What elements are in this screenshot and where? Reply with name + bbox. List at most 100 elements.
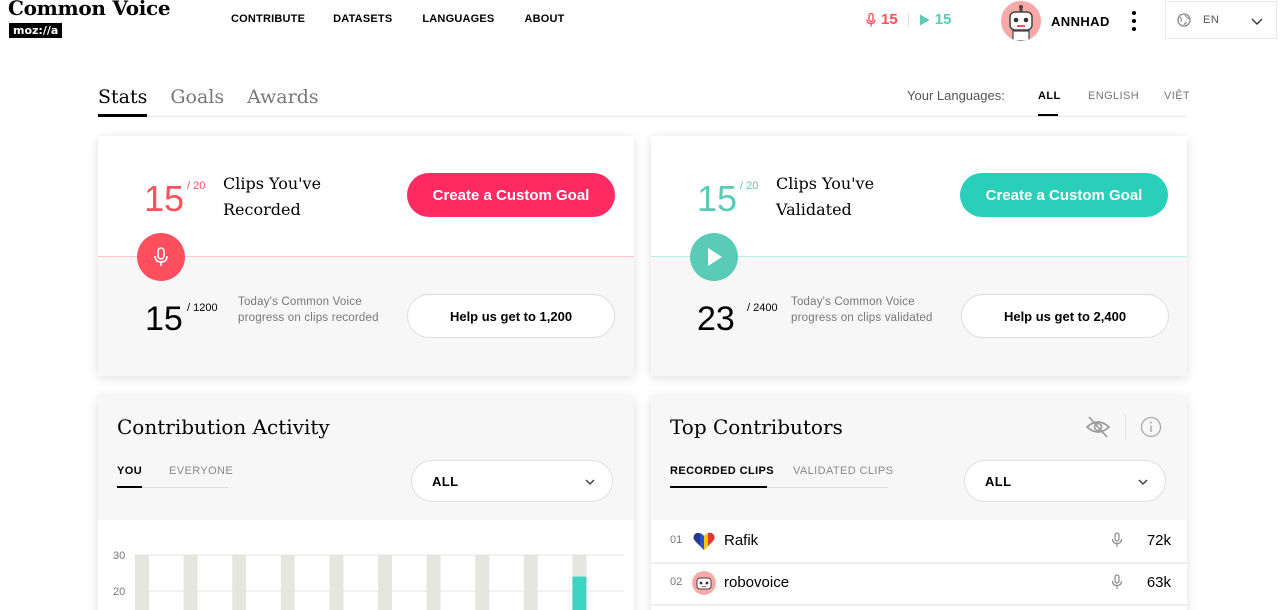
contributor-count: 63k [1146, 574, 1171, 591]
chart-bar-background [475, 555, 490, 610]
recorded-goal-personal: 15 / 20 Clips You've Recorded Create a C… [98, 136, 634, 256]
nav-languages[interactable]: LANGUAGES [422, 13, 494, 25]
microphone-icon [1111, 532, 1123, 547]
recorded-goal-label: Clips You've Recorded [223, 174, 322, 219]
top-contributors-card: Top Contributors RECORDED CLIPS VALIDATE… [651, 396, 1187, 610]
tab-goals[interactable]: Goals [170, 86, 224, 108]
recorded-count: 15 [881, 11, 898, 28]
help-recorded-button[interactable]: Help us get to 1,200 [407, 294, 615, 338]
contributor-avatar [692, 529, 716, 553]
chevron-down-icon [585, 479, 595, 485]
microphone-icon [866, 12, 876, 26]
nav-datasets[interactable]: DATASETS [333, 13, 392, 25]
subtab-recorded-clips[interactable]: RECORDED CLIPS [670, 465, 774, 477]
contribution-activity-title: Contribution Activity [117, 415, 330, 439]
chart-bar-background [378, 555, 392, 610]
top-header: Common Voice moz://a CONTRIBUTE DATASETS… [0, 0, 1280, 44]
chevron-down-icon [1138, 479, 1148, 485]
activity-bar-chart: 30 20 [113, 550, 624, 610]
nav-contribute[interactable]: CONTRIBUTE [231, 13, 305, 25]
chart-bar-background [329, 555, 344, 610]
tab-awards[interactable]: Awards [247, 86, 318, 108]
more-options-icon[interactable] [1127, 10, 1141, 32]
validate-button[interactable] [690, 233, 738, 281]
chart-bar-background [183, 555, 198, 610]
help-validated-button[interactable]: Help us get to 2,400 [961, 294, 1169, 338]
subtab-validated-clips[interactable]: VALIDATED CLIPS [793, 465, 893, 477]
play-icon [708, 248, 722, 266]
nav-about[interactable]: ABOUT [524, 13, 564, 25]
tabs-divider [98, 116, 1186, 117]
subtab-you[interactable]: YOU [117, 465, 142, 477]
dashboard-tabs: Stats Goals Awards [98, 86, 319, 108]
username[interactable]: ANNHAD [1051, 14, 1110, 29]
microphone-icon [1111, 574, 1123, 589]
recorded-count-badge[interactable]: 15 [866, 11, 898, 28]
language-tab-english[interactable]: ENGLISH [1088, 90, 1139, 102]
icons-divider [1125, 414, 1126, 440]
info-icon[interactable] [1140, 416, 1162, 438]
y-tick-label: 30 [113, 550, 125, 562]
brand-title[interactable]: Common Voice [8, 0, 171, 20]
contributor-rank: 01 [670, 534, 683, 546]
robot-avatar-icon [1001, 1, 1041, 41]
language-tab-all[interactable]: ALL [1038, 90, 1061, 102]
counts-divider [907, 12, 909, 27]
user-avatar[interactable] [1001, 1, 1041, 41]
recorded-goal-value: / 20 [187, 180, 206, 192]
contributors-filter-value: ALL [985, 474, 1012, 489]
language-code: EN [1203, 14, 1220, 26]
contributors-active-subtab-indicator [670, 486, 767, 488]
chevron-down-icon [1251, 18, 1263, 25]
contribution-counts: 15 15 [866, 11, 951, 28]
contributor-row[interactable]: 02 robovoice 63k [651, 563, 1187, 603]
chart-bar-background [426, 555, 441, 610]
today-validated-value: 23 [697, 300, 735, 338]
active-language-indicator [1038, 114, 1058, 116]
activity-filter-value: ALL [432, 474, 459, 489]
validated-goal-value: / 20 [740, 180, 759, 192]
validated-count: 15 [934, 11, 952, 28]
main-nav: CONTRIBUTE DATASETS LANGUAGES ABOUT [231, 13, 565, 25]
validated-goal-personal: 15 / 20 Clips You've Validated Create a … [651, 136, 1187, 256]
contribution-activity-chart: 30 20 [98, 520, 634, 610]
today-validated-description: Today's Common Voice progress on clips v… [791, 296, 933, 324]
y-tick-label: 20 [113, 586, 125, 598]
language-tab-viet[interactable]: VIỆT [1164, 90, 1190, 102]
subtab-everyone[interactable]: EVERYONE [169, 465, 233, 477]
tab-stats[interactable]: Stats [98, 86, 147, 108]
validated-count-value: 15 [697, 178, 738, 219]
validated-count-badge[interactable]: 15 [919, 11, 952, 28]
contributor-name: robovoice [724, 574, 790, 591]
chart-bar-background [135, 555, 149, 610]
contributor-rank: 02 [670, 576, 683, 588]
activity-filter-select[interactable]: ALL [411, 460, 613, 502]
microphone-icon [154, 247, 168, 266]
create-recorded-goal-button[interactable]: Create a Custom Goal [407, 173, 615, 217]
contributors-filter-select[interactable]: ALL [964, 460, 1166, 502]
chart-bar-background [280, 555, 295, 610]
record-button[interactable] [137, 233, 185, 281]
row-divider [651, 604, 1187, 606]
mozilla-logo[interactable]: moz://a [9, 23, 63, 38]
recorded-goal-card: 15 / 20 Clips You've Recorded Create a C… [98, 136, 634, 376]
create-validated-goal-button[interactable]: Create a Custom Goal [960, 173, 1168, 217]
heart-flag-icon [693, 532, 715, 550]
top-contributors-list: 01 Rafik 72k 02 robovoice 63k [651, 520, 1187, 610]
activity-active-subtab-indicator [117, 486, 142, 488]
hide-eye-icon[interactable] [1085, 414, 1111, 440]
language-select[interactable]: EN [1165, 1, 1277, 39]
chart-bar-background [232, 555, 247, 610]
chart-bar-background [523, 555, 538, 610]
today-validated-goal: / 2400 [747, 302, 778, 314]
contributor-count: 72k [1146, 532, 1171, 549]
contribution-activity-card: Contribution Activity YOU EVERYONE ALL 3… [98, 396, 634, 610]
contributor-name: Rafik [724, 532, 759, 549]
contributor-row[interactable]: 01 Rafik 72k [651, 521, 1187, 561]
active-tab-indicator [98, 114, 147, 117]
validated-goal-label: Clips You've Validated [776, 174, 875, 219]
contributor-avatar [692, 571, 716, 595]
today-recorded-description: Today's Common Voice progress on clips r… [238, 296, 379, 324]
recorded-goal-community: 15 / 1200 Today's Common Voice progress … [98, 257, 634, 376]
top-contributors-title: Top Contributors [670, 415, 843, 439]
